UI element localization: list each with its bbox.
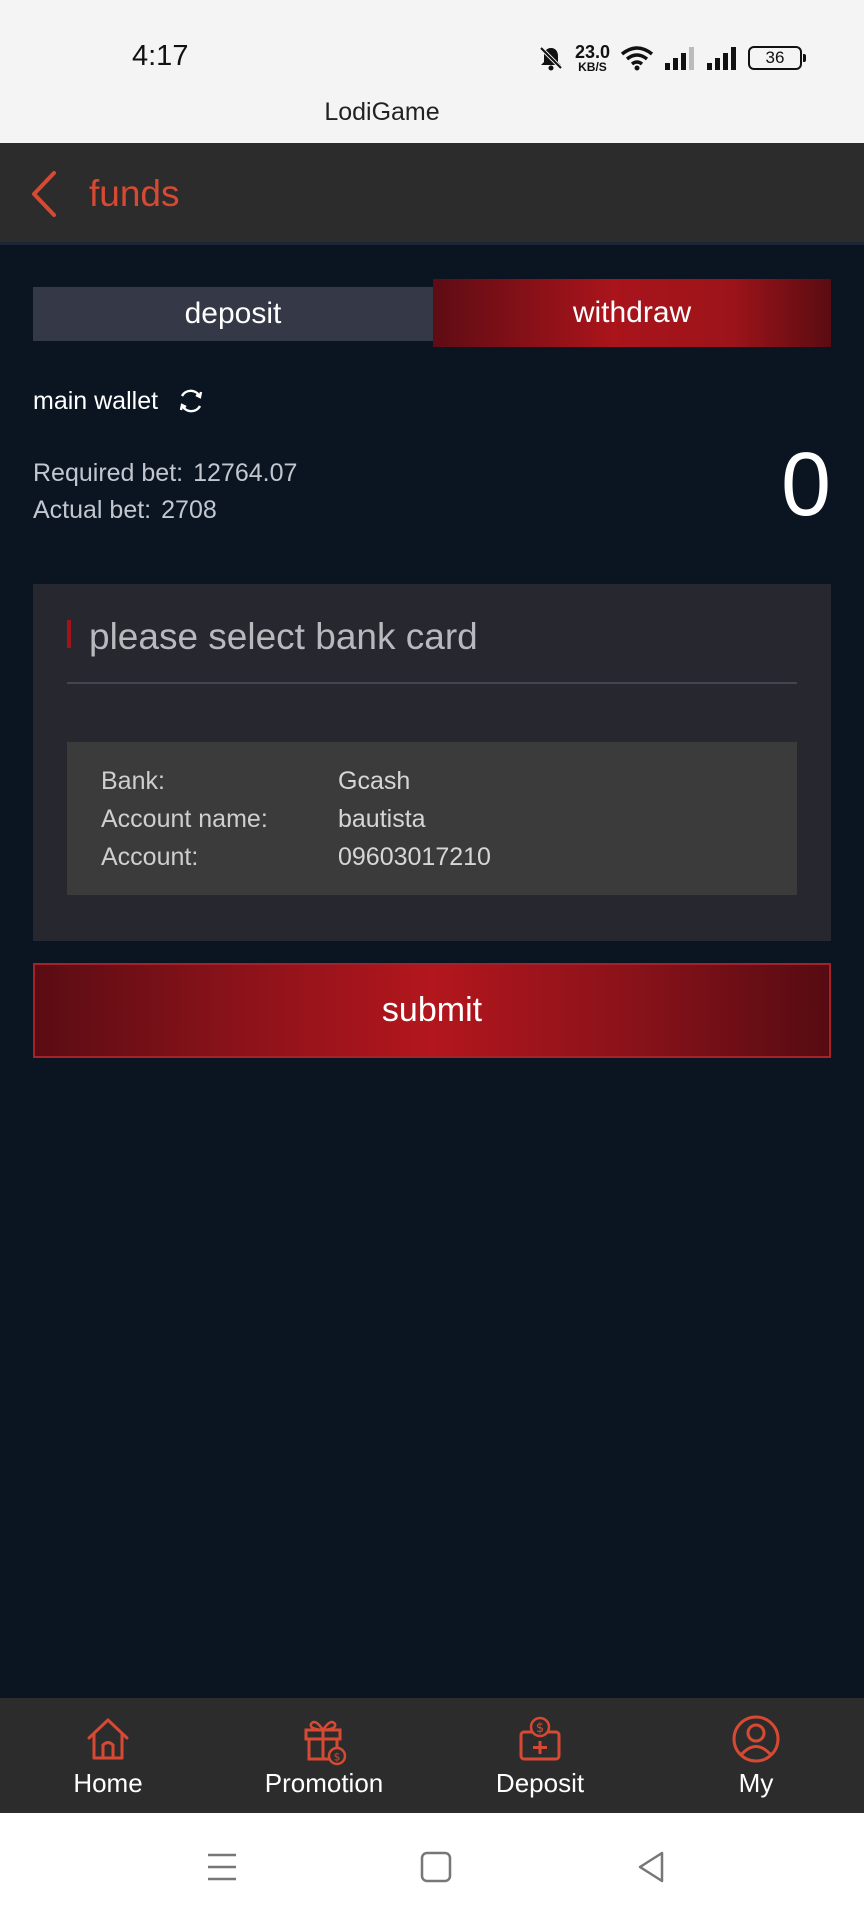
funds-screen: 4:17 23.0 KB/S 36 LodiGame funds deposit… [0, 0, 864, 1920]
tab-withdraw[interactable]: withdraw [433, 279, 831, 347]
user-icon [732, 1715, 780, 1763]
bottom-nav: Home $ Promotion $ Deposit My [0, 1698, 864, 1813]
net-speed-unit: KB/S [578, 60, 607, 74]
account-name-row: Account name: bautista [101, 800, 763, 838]
svg-text:$: $ [334, 1751, 341, 1764]
nav-home-label: Home [73, 1768, 143, 1798]
bank-row: Bank: Gcash [101, 762, 763, 800]
menu-icon[interactable] [200, 1845, 244, 1889]
required-bet-row: Required bet: 12764.07 [33, 455, 297, 492]
svg-text:$: $ [536, 1721, 544, 1736]
signal-icon [665, 47, 694, 70]
account-name-value: bautista [338, 805, 426, 833]
system-nav-bar [0, 1813, 864, 1920]
required-bet-label: Required bet: [33, 459, 184, 487]
funds-tabs: deposit withdraw [33, 279, 831, 347]
back-triangle-icon[interactable] [630, 1845, 674, 1889]
select-underline [67, 682, 797, 684]
nav-promotion[interactable]: $ Promotion [216, 1698, 432, 1813]
bank-card-panel: please select bank card Bank: Gcash Acco… [33, 584, 831, 941]
network-speed: 23.0 KB/S [575, 43, 610, 73]
home-icon [87, 1718, 129, 1760]
account-value: 09603017210 [338, 843, 491, 871]
back-arrow-icon[interactable] [26, 169, 62, 219]
submit-button[interactable]: submit [33, 963, 831, 1058]
page-header: funds [0, 143, 864, 245]
battery-icon: 36 [748, 46, 806, 70]
home-square-icon[interactable] [414, 1845, 458, 1889]
actual-bet-value: 2708 [161, 496, 217, 524]
nav-promotion-label: Promotion [264, 1768, 384, 1798]
nav-my[interactable]: My [648, 1698, 864, 1813]
actual-bet-label: Actual bet: [33, 496, 152, 524]
select-bank-card[interactable]: please select bank card [89, 616, 478, 658]
account-name-key: Account name: [101, 805, 268, 833]
wallet-balance: 0 [780, 435, 831, 535]
net-speed-value: 23.0 [574, 42, 610, 62]
bet-info: Required bet: 12764.07 Actual bet: 2708 [33, 455, 297, 529]
signal-icon-2 [707, 47, 736, 70]
nav-my-label: My [738, 1768, 774, 1798]
nav-home[interactable]: Home [0, 1698, 216, 1813]
deposit-icon: $ [519, 1716, 561, 1761]
app-name: LodiGame [324, 98, 440, 126]
account-row: Account: 09603017210 [101, 838, 763, 876]
wallet-row: main wallet [33, 386, 206, 416]
required-bet-value: 12764.07 [193, 459, 298, 487]
status-icons: 23.0 KB/S 36 [537, 38, 806, 78]
nav-deposit-label: Deposit [495, 1768, 585, 1798]
bank-details[interactable]: Bank: Gcash Account name: bautista Accou… [67, 742, 797, 895]
bank-key: Bank: [101, 767, 165, 795]
page-title: funds [89, 173, 180, 214]
refresh-icon[interactable] [176, 386, 206, 416]
required-mark [67, 620, 71, 648]
bank-value: Gcash [338, 767, 411, 795]
gift-icon: $ [304, 1720, 347, 1766]
wifi-icon [620, 46, 654, 71]
nav-deposit[interactable]: $ Deposit [432, 1698, 648, 1813]
tab-deposit[interactable]: deposit [33, 287, 433, 341]
actual-bet-row: Actual bet: 2708 [33, 492, 297, 529]
status-time: 4:17 [132, 40, 189, 72]
account-key: Account: [101, 843, 199, 871]
status-bar: 4:17 23.0 KB/S 36 LodiGame [0, 0, 864, 143]
mute-bell-icon [539, 46, 563, 71]
wallet-label: main wallet [33, 386, 159, 415]
